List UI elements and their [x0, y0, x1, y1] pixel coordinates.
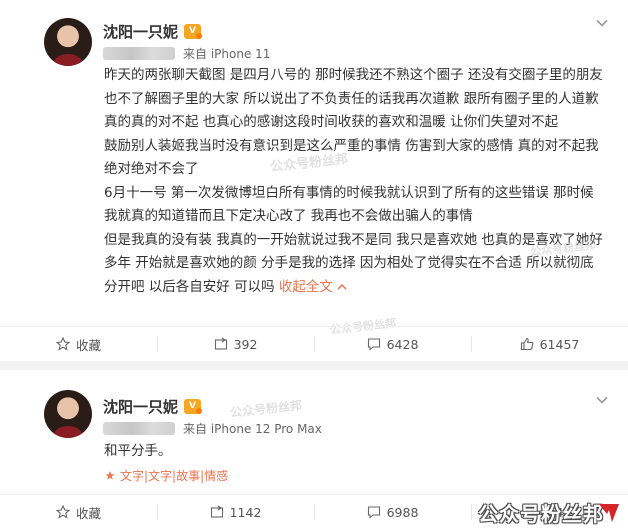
repost-button[interactable]: 1142 — [157, 495, 314, 529]
paragraph: 但是我真的没有装 我真的一开始就说过我不是同 我只是喜欢她 也真的是喜欢了她好多… — [104, 229, 604, 300]
repost-icon — [214, 337, 227, 350]
comment-button[interactable]: 6988 — [314, 495, 471, 529]
repost-count: 392 — [233, 336, 258, 352]
blurred-timestamp — [103, 421, 175, 435]
weibo-post-card: 沈阳一只妮 V 来自 iPhone 11 昨天的两张聊天截图 是四月八号的 那时… — [0, 0, 628, 361]
watermark-text: 公众号粉丝邦 — [229, 398, 303, 420]
avatar[interactable] — [44, 390, 92, 438]
topic-icon — [105, 470, 115, 480]
chevron-down-icon[interactable] — [596, 17, 608, 29]
repost-button[interactable]: 392 — [157, 327, 314, 361]
comment-icon — [367, 506, 380, 519]
repost-count: 1142 — [229, 504, 262, 520]
avatar[interactable] — [44, 18, 92, 66]
chevron-up-icon — [337, 283, 347, 290]
thumbs-up-icon — [520, 337, 534, 351]
level-dot-icon — [196, 33, 202, 39]
post-source: 来自 iPhone 11 — [183, 46, 271, 61]
post-meta: 来自 iPhone 11 — [103, 45, 270, 61]
paragraph-text: 但是我真的没有装 我真的一开始就说过我不是同 我只是喜欢她 也真的是喜欢了她好多… — [104, 231, 603, 295]
logo-mark-icon — [599, 503, 619, 522]
comment-button[interactable]: 6428 — [314, 327, 471, 361]
username[interactable]: 沈阳一只妮 — [103, 21, 178, 42]
action-bar: 收藏 392 6428 61457 — [0, 326, 628, 361]
paragraph: 和平分手。 — [104, 443, 172, 459]
paragraph: 6月十一号 第一次发微博坦白所有事情的时候我就认识到了所有的这些错误 那时候我就… — [104, 184, 594, 225]
logo-watermark: 公众号粉丝邦 — [478, 498, 622, 527]
comment-icon — [367, 338, 380, 351]
level-dot-icon — [196, 408, 202, 414]
favorite-label: 收藏 — [75, 505, 101, 521]
star-icon — [55, 505, 70, 519]
post-body: 昨天的两张聊天截图 是四月八号的 那时候我还不熟这个圈子 还没有交圈子里的朋友 … — [104, 64, 604, 299]
like-button[interactable]: 61457 — [471, 327, 628, 361]
collapse-label: 收起全文 — [278, 278, 333, 295]
like-count: 61457 — [539, 336, 580, 352]
post-body: 和平分手。 — [104, 440, 604, 464]
comment-count: 6428 — [386, 336, 419, 352]
comment-count: 6988 — [386, 504, 419, 520]
blurred-timestamp — [103, 46, 175, 60]
repost-icon — [210, 505, 223, 518]
paragraph: 鼓励别人装姬我当时没有意识到是这么严重的事情 伤害到大家的感情 真的对不起我绝对… — [104, 137, 599, 178]
post-source: 来自 iPhone 12 Pro Max — [183, 421, 322, 436]
chevron-down-icon[interactable] — [596, 394, 608, 406]
star-icon — [55, 337, 70, 351]
topic-label: 文字|文字|故事|情感 — [120, 469, 229, 483]
favorite-label: 收藏 — [75, 337, 101, 353]
topic-tag[interactable]: 文字|文字|故事|情感 — [104, 467, 228, 484]
logo-watermark-text: 公众号粉丝邦 — [478, 502, 604, 526]
collapse-link[interactable]: 收起全文 — [279, 279, 347, 295]
username[interactable]: 沈阳一只妮 — [103, 396, 178, 417]
post-meta: 来自 iPhone 12 Pro Max — [103, 420, 322, 436]
paragraph: 昨天的两张聊天截图 是四月八号的 那时候我还不熟这个圈子 还没有交圈子里的朋友 … — [104, 67, 603, 130]
favorite-button[interactable]: 收藏 — [0, 495, 157, 529]
favorite-button[interactable]: 收藏 — [0, 327, 157, 361]
